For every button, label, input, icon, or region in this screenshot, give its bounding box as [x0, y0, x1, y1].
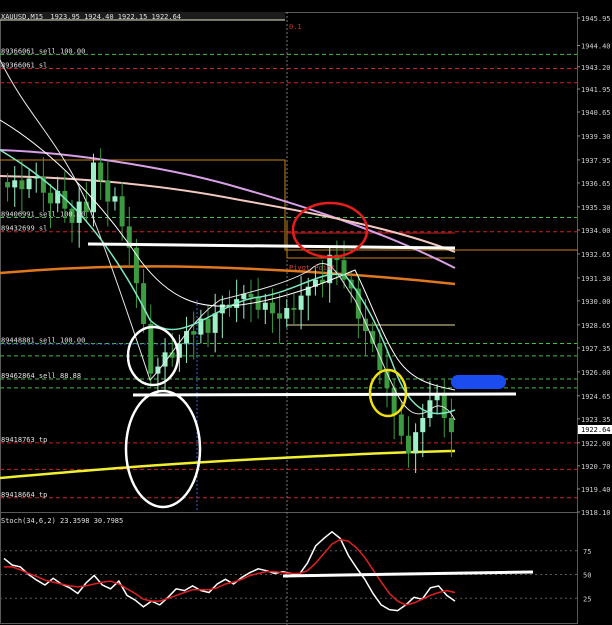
price-tick-label: 1943.20	[581, 64, 611, 72]
candle-body	[90, 162, 96, 213]
pivot-annotation: Pivot Point	[289, 264, 335, 272]
candle-body	[119, 196, 125, 227]
order-label: 89418664 tp	[1, 491, 47, 499]
stochastic-white-drawn-line	[282, 570, 534, 578]
price-tick-label: 1945.95	[581, 15, 611, 23]
order-label: 89418763 tp	[1, 436, 47, 444]
price-tick-label: 1937.95	[581, 157, 611, 165]
price-tick-label: 1936.65	[581, 180, 611, 188]
candle-body	[291, 308, 297, 310]
trading-chart[interactable]: 1945.95 1944.40 1943.20 1941.95 1940.65 1939.…	[0, 0, 612, 625]
ma-yellow	[0, 449, 456, 480]
stochastic-level-label: 75	[583, 548, 591, 556]
order-label: 89366061 sl	[1, 62, 47, 70]
price-tick-label: 1935.30	[581, 204, 611, 212]
price-tick-label: 1934.00	[581, 227, 611, 235]
price-tick-label: 1919.40	[581, 486, 611, 494]
candle-body	[255, 297, 261, 310]
window-tab-label[interactable]: 0.1	[289, 23, 302, 31]
candle-body	[363, 318, 369, 332]
candle-body	[48, 192, 54, 204]
stochastic-level-label: 50	[583, 572, 591, 580]
price-axis: 1945.95 1944.40 1943.20 1941.95 1940.65 1939.…	[577, 15, 611, 517]
indicator-title: Stoch(34,6,2) 23.3598 30.7985	[1, 517, 123, 525]
candle-body	[405, 435, 411, 454]
white-support-line	[132, 392, 517, 397]
candle-body	[248, 293, 254, 298]
price-tick-label: 1924.65	[581, 393, 611, 401]
stochastic-main-line	[3, 530, 456, 612]
candle-body	[284, 308, 290, 319]
candle-body	[398, 414, 404, 436]
candle-body	[212, 313, 218, 333]
price-tick-label: 1932.65	[581, 251, 611, 259]
price-tick-label: 1931.30	[581, 275, 611, 283]
price-tick-label: 1928.65	[581, 322, 611, 330]
candle-body	[148, 323, 154, 374]
candle-body	[33, 176, 39, 179]
order-label: 89406991 sell 100.00	[1, 211, 85, 219]
stochastic-signal-line	[4, 538, 456, 606]
candle-body	[448, 417, 454, 433]
order-label: 89462864 sell 88.88	[1, 372, 81, 380]
main-chart-frame	[0, 12, 578, 513]
price-tick-label: 1920.70	[581, 463, 611, 471]
candle-body	[413, 432, 419, 454]
order-label: 89432699 sl	[1, 225, 47, 233]
price-tick-label: 1922.00	[581, 440, 611, 448]
candle-body	[277, 313, 283, 319]
candle-body	[5, 182, 11, 188]
symbol-label: XAUUSD,M15	[1, 13, 43, 21]
white-resistance-line	[87, 242, 456, 250]
candle-body	[262, 302, 268, 310]
ohlc-label: 1923.95 1924.40 1922.15 1922.64	[50, 13, 181, 21]
order-level-lines	[0, 53, 577, 499]
candle-body	[191, 331, 197, 335]
candle-body	[112, 196, 118, 202]
candle-body	[420, 417, 426, 433]
candle-body	[12, 180, 18, 188]
price-tick-label: 1940.65	[581, 109, 611, 117]
candle-body	[105, 180, 111, 202]
price-tick-label: 1941.95	[581, 86, 611, 94]
white-circle-large	[124, 389, 202, 509]
order-label: 89366061 sell 100.00	[1, 47, 85, 55]
price-tick-label: 1918.10	[581, 509, 611, 517]
candle-body	[441, 393, 447, 418]
candle-body	[19, 180, 25, 190]
price-tick-label: 1923.35	[581, 416, 611, 424]
stochastic-level-label: 25	[583, 595, 591, 603]
ma-orange	[0, 265, 456, 286]
price-tick-label: 1944.40	[581, 42, 611, 50]
candle-body	[205, 318, 211, 333]
order-label: 89448881 sell 100.00	[1, 336, 85, 344]
price-tick-label: 1930.00	[581, 298, 611, 306]
blue-highlight-marker	[451, 375, 506, 389]
candle-body	[298, 295, 304, 310]
price-tick-label: 1926.00	[581, 369, 611, 377]
indicator-frame	[0, 512, 578, 624]
candle-body	[269, 302, 275, 314]
candle-body	[98, 162, 104, 181]
candle-body	[370, 331, 376, 344]
chart-title: XAUUSD,M15 1923.95 1924.40 1922.15 1922.…	[1, 13, 181, 21]
price-tick-label: 1939.30	[581, 133, 611, 141]
price-tick-label: 1927.35	[581, 345, 611, 353]
current-price-label: 1922.64	[581, 426, 611, 434]
candle-body	[26, 178, 32, 190]
